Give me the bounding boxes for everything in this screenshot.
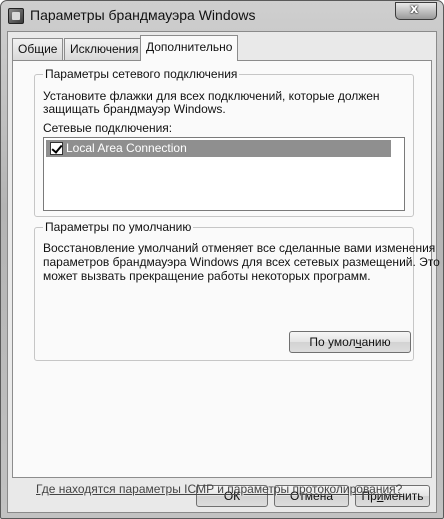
window-title: Параметры брандмауэра Windows [30,7,256,23]
connections-list-label: Сетевые подключения: [43,121,173,135]
firewall-app-icon [8,8,24,24]
close-icon: x [410,2,419,17]
dialog-client-area: Общие Исключения Дополнительно Параметры… [7,31,440,513]
title-bar[interactable]: Параметры брандмауэра Windows x [1,1,443,31]
tab-exceptions[interactable]: Исключения [64,38,145,60]
network-description-line1: Установите флажки для всех подключений, … [43,89,380,103]
restore-defaults-label-part2: анию [361,335,391,349]
network-group-title: Параметры сетевого подключения [43,67,240,81]
defaults-description-line2: параметров брандмауэра Windows для всех … [43,255,440,269]
close-button[interactable]: x [395,2,437,20]
restore-defaults-button[interactable]: По умолчанию [289,331,411,353]
tab-panel-advanced: Параметры сетевого подключения Установит… [12,60,440,496]
connection-checkbox[interactable] [50,142,63,155]
tab-general[interactable]: Общие [12,38,64,60]
defaults-group-title: Параметры по умолчанию [43,220,194,234]
connection-label: Local Area Connection [66,141,187,155]
icmp-logging-help-link[interactable]: Где находятся параметры ICMP и параметры… [36,482,402,496]
tab-advanced[interactable]: Дополнительно [140,35,239,61]
defaults-description-line3: может вызвать прекращение работы некотор… [43,269,371,283]
default-settings-group: Параметры по умолчанию Восстановление ум… [34,220,440,361]
defaults-description-line1: Восстановление умолчаний отменяет все сд… [43,241,436,255]
restore-defaults-label-part1: По умол [309,335,356,349]
connections-listbox[interactable]: Local Area Connection [43,137,405,211]
network-settings-group: Параметры сетевого подключения Установит… [34,67,414,217]
connection-list-item[interactable]: Local Area Connection [46,140,391,157]
dialog-window: Параметры брандмауэра Windows x Общие Ис… [0,0,444,519]
network-description-line2: защищать брандмауэр Windows. [43,102,226,116]
